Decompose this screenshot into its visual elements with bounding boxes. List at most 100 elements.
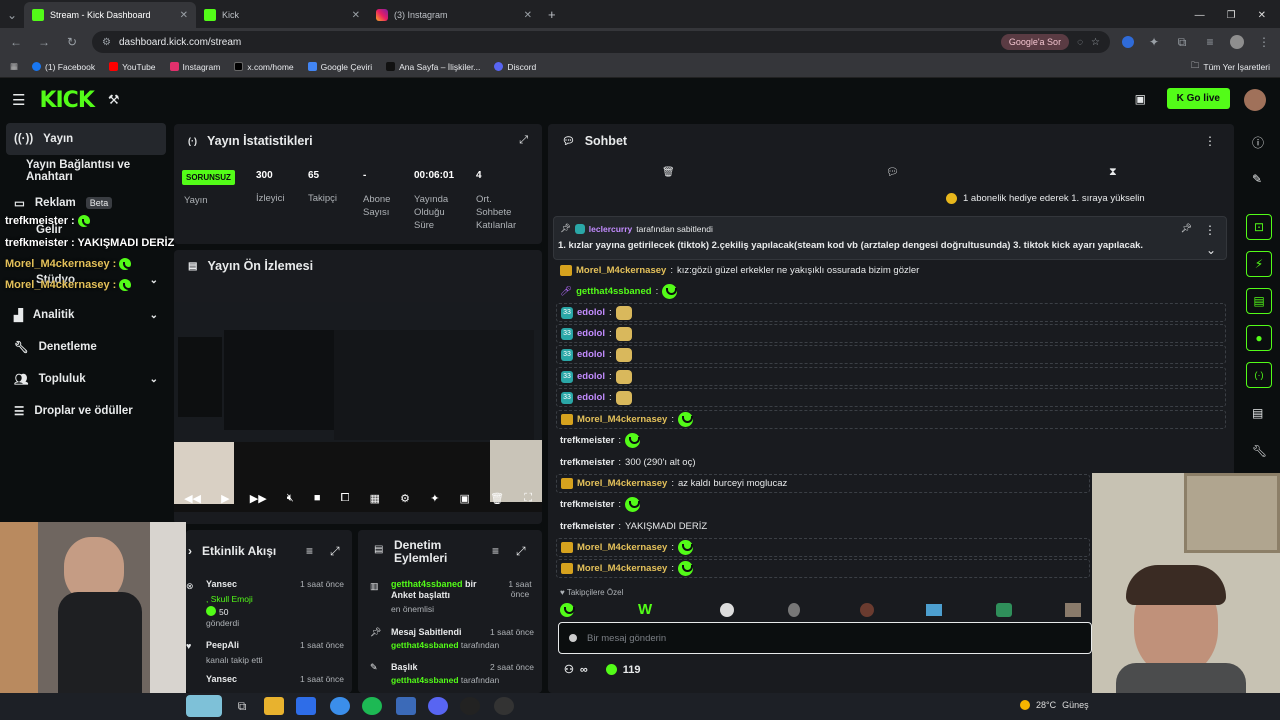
pip-icon[interactable]: ▣ bbox=[460, 492, 470, 505]
preview-video[interactable]: ◀◀ ▶ ▶▶ 🔇︎ ■ ⧠ ▦ ⚙ ✦ ▣ 🗑︎ ⛶ bbox=[174, 302, 542, 512]
broadcast-toggle-icon[interactable]: (·) bbox=[1246, 362, 1272, 388]
sidebar-item-community[interactable]: 👥︎ Topluluk ⌄ bbox=[0, 363, 172, 395]
fullscreen-icon[interactable]: ⛶ bbox=[524, 492, 532, 505]
puzzle-icon[interactable]: ⧉ bbox=[1174, 35, 1190, 50]
sidebar-item-moderation[interactable]: 🔧︎ Denetleme bbox=[0, 331, 172, 363]
settings-icon[interactable]: ⚙ bbox=[400, 492, 410, 505]
tab-kick-dashboard[interactable]: Stream - Kick Dashboard ✕ bbox=[24, 2, 196, 28]
close-tab-icon[interactable]: ✕ bbox=[524, 10, 532, 21]
profile-icon[interactable] bbox=[1230, 35, 1244, 49]
sidebar-item-yayin[interactable]: ((·)) Yayın bbox=[6, 123, 166, 155]
emote-icon[interactable] bbox=[860, 603, 874, 617]
mute-icon[interactable]: 🔇︎ bbox=[287, 492, 294, 505]
eye-off-icon[interactable]: ◌ bbox=[1077, 37, 1083, 48]
bookmark-star-icon[interactable]: ☆ bbox=[1091, 37, 1100, 48]
sidebar-item-drops[interactable]: ☰ Droplar ve ödüller bbox=[0, 395, 172, 427]
delete-icon[interactable]: 🗑︎ bbox=[490, 492, 504, 505]
expand-icon[interactable]: ⤢ bbox=[330, 544, 340, 559]
new-tab-icon[interactable]: + bbox=[540, 2, 564, 28]
emote-icon[interactable] bbox=[926, 604, 942, 616]
bookmark-x[interactable]: x.com/home bbox=[234, 62, 294, 72]
google-ask-pill[interactable]: Google'a Sor bbox=[1000, 34, 1070, 50]
chrome-icon[interactable] bbox=[330, 697, 350, 715]
obs-icon[interactable] bbox=[460, 697, 480, 715]
more-options-icon[interactable]: ⋮ bbox=[1204, 223, 1216, 237]
info-icon[interactable]: ⓘ bbox=[1252, 134, 1264, 151]
bookmark-facebook[interactable]: (1) Facebook bbox=[32, 62, 95, 72]
bookmark-instagram[interactable]: Instagram bbox=[169, 62, 220, 72]
url-field[interactable]: ⚙ dashboard.kick.com/stream Google'a Sor… bbox=[92, 31, 1110, 53]
chat-toggle-icon[interactable]: ● bbox=[1246, 325, 1272, 351]
rewind-icon[interactable]: ◀◀ bbox=[184, 492, 201, 505]
discord-icon[interactable] bbox=[428, 697, 448, 715]
emote-icon[interactable] bbox=[1065, 603, 1081, 617]
sidebar-item-analytics[interactable]: ▟ Analitik ⌄ bbox=[0, 299, 172, 331]
bookmark-discord[interactable]: Discord bbox=[494, 62, 536, 72]
avatar[interactable] bbox=[1244, 89, 1266, 111]
lightning-icon[interactable]: ⚡︎ bbox=[1246, 251, 1272, 277]
bookmark-relationships[interactable]: Ana Sayfa – İlişkiler... bbox=[386, 62, 480, 72]
edit-icon[interactable]: ✎ bbox=[1252, 172, 1262, 186]
all-bookmarks[interactable]: 🗀 Tüm Yer İşaretleri bbox=[1191, 60, 1270, 74]
weather-widget-icon[interactable] bbox=[186, 695, 222, 717]
emote-icon[interactable] bbox=[720, 603, 734, 617]
emote-icon[interactable] bbox=[560, 603, 575, 617]
share-icon[interactable]: ⚇ bbox=[564, 663, 574, 676]
emoji-picker-icon[interactable] bbox=[569, 634, 577, 642]
kick-logo[interactable]: KICK bbox=[39, 88, 94, 113]
chat-icon[interactable]: 💬︎ bbox=[886, 167, 899, 178]
crop-icon[interactable]: ⧠ bbox=[341, 492, 350, 505]
tab-instagram[interactable]: (3) Instagram ✕ bbox=[368, 2, 540, 28]
close-tab-icon[interactable]: ✕ bbox=[352, 10, 360, 21]
minimize-icon[interactable]: — bbox=[1195, 10, 1205, 21]
filter-icon[interactable]: ≡ bbox=[306, 544, 313, 558]
close-window-icon[interactable]: ✕ bbox=[1258, 10, 1266, 21]
weather-status[interactable]: 28°C Güneş bbox=[1020, 700, 1089, 710]
camera-icon[interactable]: ■ bbox=[314, 492, 321, 504]
gift-banner[interactable]: 1 abonelik hediye ederek 1. sıraya yükse… bbox=[946, 193, 1145, 204]
expand-icon[interactable]: ⤢ bbox=[519, 134, 528, 147]
reload-icon[interactable]: ↻ bbox=[64, 35, 80, 49]
trash-icon[interactable]: 🗑︎ bbox=[662, 167, 675, 178]
emote-icon[interactable] bbox=[996, 603, 1012, 617]
menu-list-icon[interactable]: ≡ bbox=[1202, 35, 1218, 49]
site-info-icon[interactable]: ⚙ bbox=[102, 37, 111, 48]
back-icon[interactable]: ← bbox=[8, 35, 24, 49]
video-icon[interactable]: ▣ bbox=[1135, 92, 1146, 106]
unpin-icon[interactable]: 📌︎ bbox=[1181, 223, 1192, 234]
close-tab-icon[interactable]: ✕ bbox=[180, 10, 188, 21]
hourglass-icon[interactable]: ⧗ bbox=[1109, 166, 1117, 179]
bookmark-youtube[interactable]: YouTube bbox=[109, 62, 156, 72]
app-icon[interactable] bbox=[296, 697, 316, 715]
forward-icon[interactable]: → bbox=[36, 35, 52, 49]
screen-capture-icon[interactable]: ⊡ bbox=[1246, 214, 1272, 240]
chrome-menu-icon[interactable]: ⋮ bbox=[1256, 35, 1272, 49]
chat-input[interactable]: Bir mesaj gönderin bbox=[558, 622, 1092, 654]
grid-icon[interactable]: ▦ bbox=[370, 492, 380, 505]
tab-kick[interactable]: Kick ✕ bbox=[196, 2, 368, 28]
w-emote-icon[interactable]: W bbox=[638, 601, 652, 618]
bookmark-google-translate[interactable]: Google Çeviri bbox=[307, 62, 372, 72]
expand-icon[interactable]: ⤢ bbox=[516, 544, 526, 559]
hammer-icon[interactable]: ⚒ bbox=[108, 92, 120, 108]
forward-icon[interactable]: ▶▶ bbox=[250, 492, 267, 505]
settings-app-icon[interactable] bbox=[396, 697, 416, 715]
app-icon[interactable] bbox=[494, 697, 514, 715]
extensions-icon[interactable]: ✦ bbox=[1146, 35, 1162, 49]
extension-icon[interactable] bbox=[1122, 36, 1134, 48]
apps-icon[interactable]: ▦ bbox=[10, 61, 18, 72]
go-live-button[interactable]: K Go live bbox=[1166, 88, 1230, 109]
more-options-icon[interactable]: ⋮ bbox=[1204, 134, 1216, 148]
task-view-icon[interactable]: ⧉ bbox=[232, 697, 252, 715]
clipboard-icon[interactable]: ▤ bbox=[1246, 288, 1272, 314]
spotify-icon[interactable] bbox=[362, 697, 382, 715]
tab-list-icon[interactable]: ⌄ bbox=[4, 2, 20, 28]
filter-icon[interactable]: ≡ bbox=[492, 544, 499, 558]
wrench-icon[interactable]: 🔧︎ bbox=[1252, 444, 1267, 458]
restore-icon[interactable]: ❐ bbox=[1227, 10, 1236, 21]
hamburger-menu-icon[interactable]: ☰ bbox=[12, 91, 25, 109]
sidebar-item-stream-key[interactable]: Yayın Bağlantısı ve Anahtarı bbox=[0, 155, 172, 187]
emote-icon[interactable] bbox=[788, 603, 800, 617]
layout-icon[interactable]: ▤ bbox=[1252, 406, 1263, 420]
chevron-down-icon[interactable]: ⌄ bbox=[1206, 243, 1216, 257]
